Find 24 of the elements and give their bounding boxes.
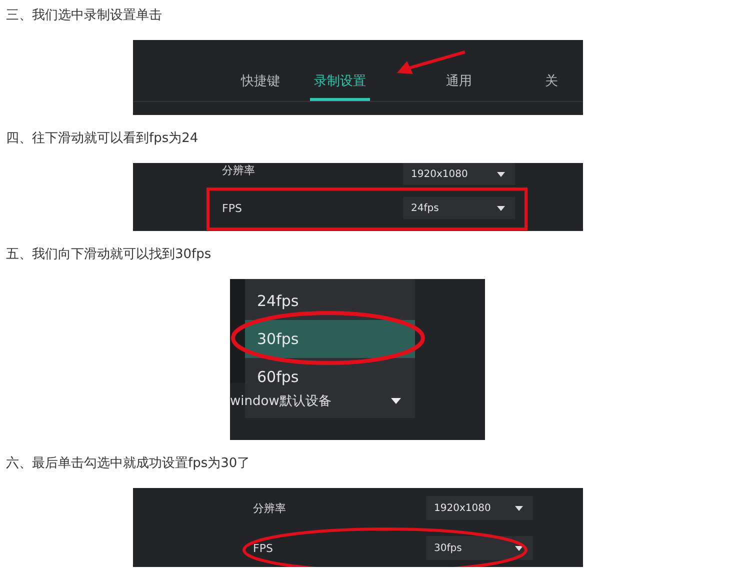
arrow-annotation bbox=[395, 50, 467, 76]
tab[interactable]: 关 bbox=[545, 68, 558, 101]
step-caption: 四、往下滑动就可以看到fps为24 bbox=[6, 130, 198, 148]
dropdown-option[interactable]: 30fps bbox=[245, 320, 415, 358]
select-field[interactable]: 30fps bbox=[426, 536, 533, 560]
setting-label: FPS bbox=[222, 202, 243, 214]
tab[interactable]: 录制设置 bbox=[310, 68, 370, 101]
caret-icon bbox=[391, 398, 401, 404]
tab[interactable]: 快捷键 bbox=[241, 68, 280, 101]
caret-icon bbox=[497, 172, 505, 176]
dropdown-option[interactable]: 24fps bbox=[245, 282, 415, 320]
step-caption: 六、最后单击勾选中就成功设置fps为30了 bbox=[6, 455, 250, 473]
caret-icon bbox=[515, 546, 523, 550]
caret-icon bbox=[497, 206, 505, 210]
tab[interactable]: 通用 bbox=[446, 68, 472, 101]
select-field[interactable]: 1920x1080 bbox=[426, 496, 533, 520]
setting-label: 分辨率 bbox=[253, 500, 287, 516]
step-caption: 五、我们向下滑动就可以找到30fps bbox=[6, 246, 212, 264]
step-caption: 三、我们选中录制设置单击 bbox=[6, 7, 162, 25]
caret-icon bbox=[515, 506, 523, 510]
setting-label: FPS bbox=[253, 542, 274, 554]
select-field[interactable]: 24fps bbox=[403, 197, 515, 219]
setting-label: 分辨率 bbox=[222, 163, 256, 178]
select-field[interactable]: 1920x1080 bbox=[403, 163, 515, 185]
